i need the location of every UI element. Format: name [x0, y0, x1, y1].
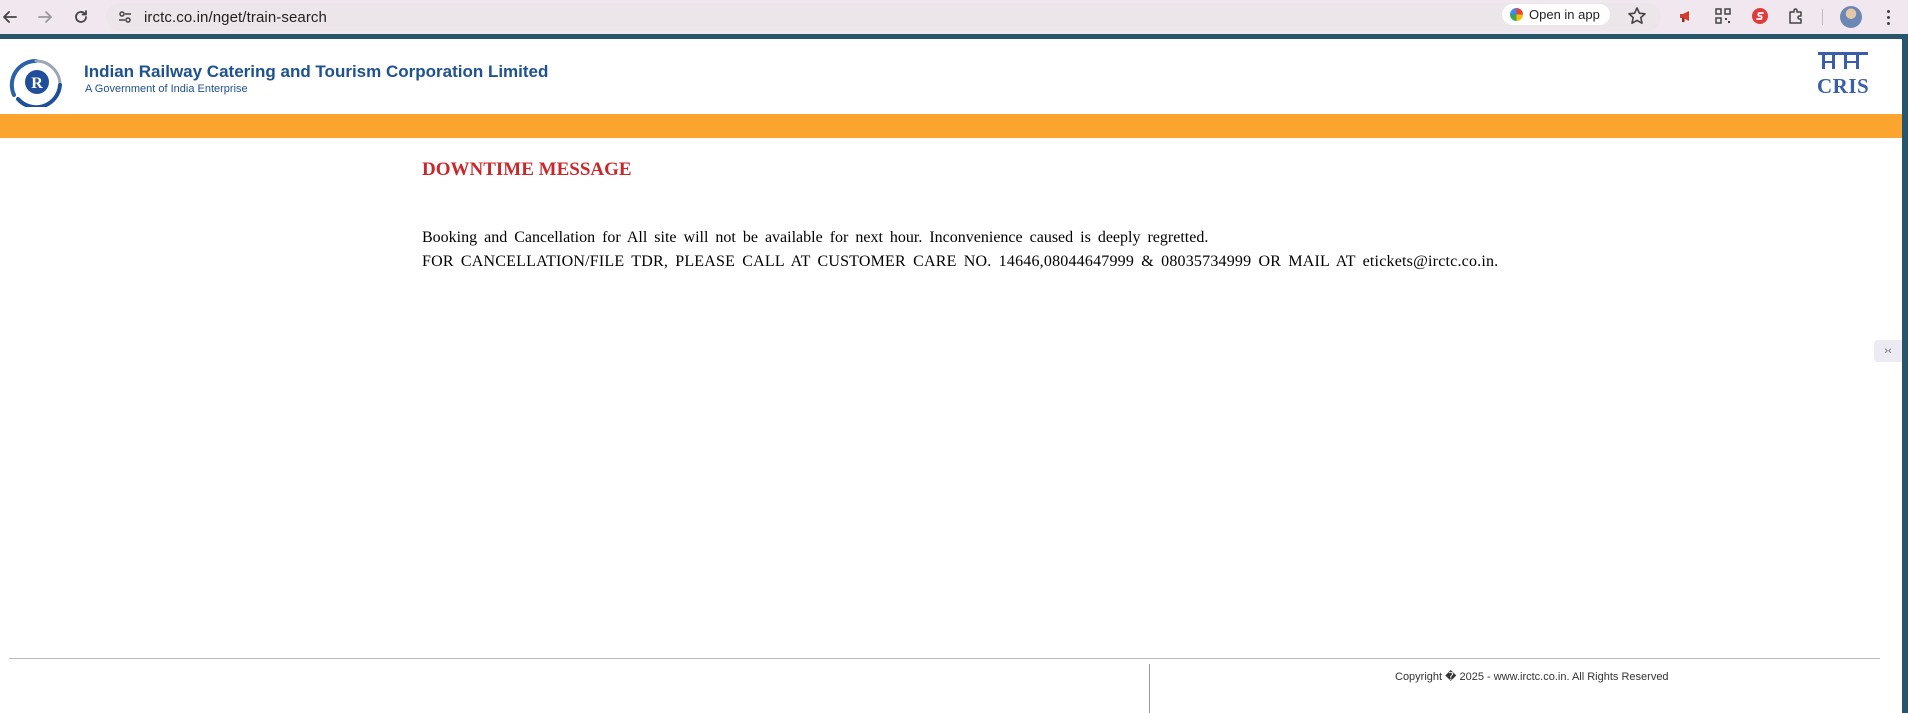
open-in-app-button[interactable]: Open in app [1502, 4, 1610, 25]
more-menu-icon[interactable] [1880, 6, 1896, 28]
side-panel-icon[interactable]: ›‹ [1874, 340, 1902, 362]
customer-care-message-line: FOR CANCELLATION/FILE TDR, PLEASE CALL A… [422, 253, 1499, 270]
copyright-text: Copyright � 2025 - www.irctc.co.in. All … [1395, 671, 1669, 683]
page-title: DOWNTIME MESSAGE [422, 159, 632, 180]
extension-red-icon[interactable] [1750, 6, 1770, 26]
page-right-border [1902, 34, 1908, 713]
address-bar[interactable]: irctc.co.in/nget/train-search [106, 3, 1661, 31]
site-settings-icon[interactable] [117, 9, 133, 25]
downtime-message-line: Booking and Cancellation for All site wi… [422, 229, 1209, 246]
cris-logo-text: CRIS [1817, 74, 1870, 98]
puzzle-icon[interactable] [1786, 6, 1806, 26]
irctc-logo[interactable]: R [6, 55, 64, 107]
google-icon [1510, 8, 1523, 21]
open-in-app-label: Open in app [1529, 7, 1600, 22]
org-subtitle: A Government of India Enterprise [85, 83, 248, 95]
reload-icon[interactable] [69, 5, 93, 29]
megaphone-icon[interactable] [1676, 6, 1696, 26]
qr-code-icon[interactable] [1713, 6, 1733, 26]
footer-divider [1149, 664, 1150, 713]
profile-avatar[interactable] [1840, 6, 1862, 28]
url-text[interactable]: irctc.co.in/nget/train-search [144, 9, 327, 26]
site-header: R Indian Railway Catering and Tourism Co… [0, 39, 1902, 114]
back-arrow-icon[interactable] [0, 5, 22, 29]
browser-toolbar: irctc.co.in/nget/train-search Open in ap… [0, 0, 1908, 34]
star-icon[interactable] [1626, 5, 1648, 27]
orange-band [0, 114, 1902, 138]
toolbar-separator [1822, 9, 1823, 25]
forward-arrow-icon[interactable] [33, 5, 57, 29]
svg-text:R: R [31, 75, 43, 92]
footer-rule [9, 658, 1880, 659]
org-name: Indian Railway Catering and Tourism Corp… [84, 62, 549, 81]
